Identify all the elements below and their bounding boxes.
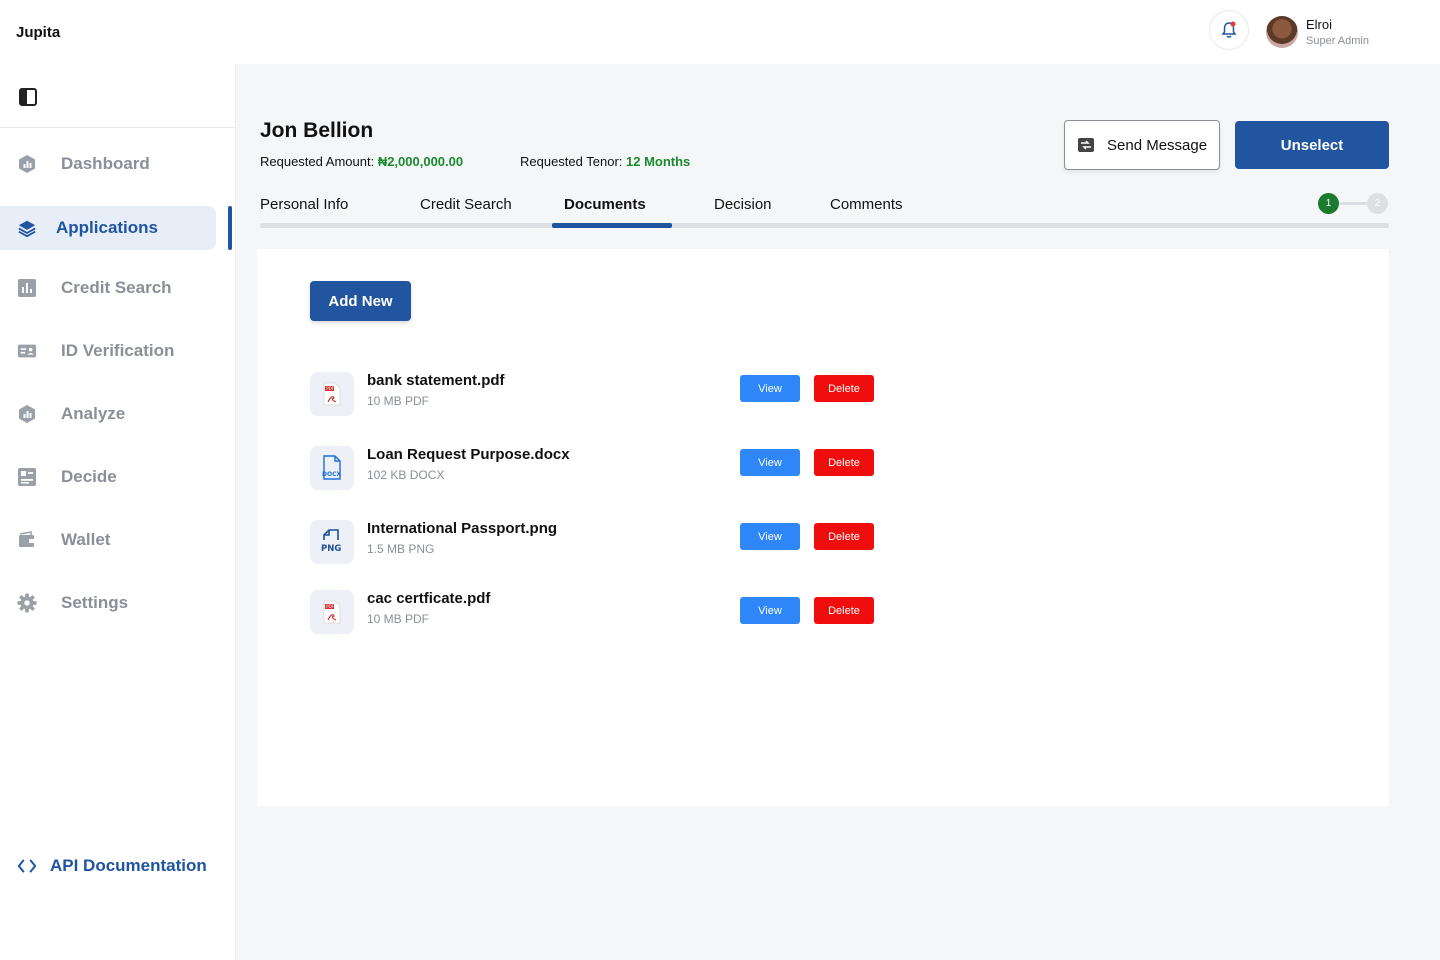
delete-button[interactable]: Delete bbox=[814, 523, 874, 550]
unselect-button[interactable]: Unselect bbox=[1235, 121, 1389, 169]
sidebar-item-credit-search[interactable]: Credit Search bbox=[0, 266, 216, 310]
sidebar-item-settings[interactable]: Settings bbox=[0, 581, 216, 625]
sidebar-item-decide[interactable]: Decide bbox=[0, 455, 216, 499]
requested-tenor-value: 12 Months bbox=[626, 154, 691, 169]
brand-logo: Jupita bbox=[16, 24, 61, 41]
message-icon bbox=[1078, 138, 1094, 152]
step-2[interactable]: 2 bbox=[1367, 193, 1388, 214]
notification-button[interactable] bbox=[1209, 10, 1249, 50]
requested-amount-label: Requested Amount: bbox=[260, 154, 378, 169]
pdf-file-icon: PDF bbox=[310, 372, 354, 416]
step-1[interactable]: 1 bbox=[1318, 193, 1339, 214]
sidebar: Dashboard Applications Credit Search ID … bbox=[0, 64, 236, 960]
document-name: cac certficate.pdf bbox=[367, 590, 491, 607]
top-bar: Jupita Elroi Super Admin bbox=[0, 0, 1440, 64]
sidebar-item-label: ID Verification bbox=[61, 341, 175, 360]
layers-icon bbox=[17, 218, 37, 238]
bar-chart-icon bbox=[17, 278, 37, 298]
svg-text:PNG: PNG bbox=[321, 544, 341, 554]
dashboard-icon bbox=[17, 154, 37, 174]
view-button[interactable]: View bbox=[740, 375, 800, 402]
document-meta: 10 MB PDF bbox=[367, 612, 430, 626]
svg-text:PDF: PDF bbox=[326, 386, 334, 391]
sidebar-toggle-icon[interactable] bbox=[19, 88, 37, 106]
tab-documents[interactable]: Documents bbox=[564, 196, 646, 213]
sidebar-item-label: Settings bbox=[61, 593, 129, 612]
document-name: International Passport.png bbox=[367, 520, 558, 537]
sidebar-item-label: Decide bbox=[61, 467, 117, 486]
png-file-icon: PNG bbox=[310, 520, 354, 564]
add-new-button[interactable]: Add New bbox=[310, 281, 411, 321]
active-indicator bbox=[228, 206, 232, 250]
send-message-label: Send Message bbox=[1107, 136, 1208, 154]
tabs-track bbox=[260, 223, 1389, 228]
tab-credit-search[interactable]: Credit Search bbox=[420, 196, 512, 213]
sidebar-item-label: Credit Search bbox=[61, 278, 172, 297]
api-documentation-link[interactable]: API Documentation bbox=[17, 856, 207, 876]
analyze-icon bbox=[17, 404, 37, 424]
document-name: bank statement.pdf bbox=[367, 372, 505, 389]
gear-icon bbox=[17, 593, 37, 613]
document-row: PNG International Passport.png 1.5 MB PN… bbox=[310, 520, 880, 564]
delete-button[interactable]: Delete bbox=[814, 597, 874, 624]
tab-comments[interactable]: Comments bbox=[830, 196, 903, 213]
user-name: Elroi bbox=[1306, 17, 1333, 32]
document-meta: 102 KB DOCX bbox=[367, 468, 445, 482]
sidebar-item-analyze[interactable]: Analyze bbox=[0, 392, 216, 436]
requested-amount: Requested Amount: ₦2,000,000.00 bbox=[260, 154, 463, 169]
document-meta: 10 MB PDF bbox=[367, 394, 430, 408]
requested-tenor-label: Requested Tenor: bbox=[520, 154, 626, 169]
document-row: DOCX Loan Request Purpose.docx 102 KB DO… bbox=[310, 446, 880, 490]
sidebar-item-label: Wallet bbox=[61, 530, 111, 549]
sidebar-item-label: Analyze bbox=[61, 404, 126, 423]
sidebar-item-dashboard[interactable]: Dashboard bbox=[0, 142, 216, 186]
document-meta: 1.5 MB PNG bbox=[367, 542, 435, 556]
sidebar-item-id-verification[interactable]: ID Verification bbox=[0, 329, 216, 373]
stepper-connector bbox=[1336, 202, 1370, 205]
delete-button[interactable]: Delete bbox=[814, 375, 874, 402]
code-icon bbox=[17, 856, 37, 876]
sidebar-item-label: Applications bbox=[56, 218, 159, 237]
sidebar-item-label: Dashboard bbox=[61, 154, 150, 173]
active-tab-indicator bbox=[552, 223, 672, 228]
docx-file-icon: DOCX bbox=[310, 446, 354, 490]
page-title: Jon Bellion bbox=[260, 119, 374, 142]
pdf-file-icon: PDF bbox=[310, 590, 354, 634]
view-button[interactable]: View bbox=[740, 449, 800, 476]
svg-text:PDF: PDF bbox=[326, 604, 334, 609]
view-button[interactable]: View bbox=[740, 597, 800, 624]
avatar[interactable] bbox=[1266, 16, 1298, 48]
document-row: PDF cac certficate.pdf 10 MB PDF View De… bbox=[310, 590, 880, 634]
decide-icon bbox=[17, 467, 37, 487]
requested-amount-value: ₦2,000,000.00 bbox=[377, 154, 464, 169]
delete-button[interactable]: Delete bbox=[814, 449, 874, 476]
wallet-icon bbox=[17, 530, 37, 550]
tab-personal-info[interactable]: Personal Info bbox=[260, 196, 348, 213]
api-documentation-label: API Documentation bbox=[50, 856, 207, 875]
document-row: PDF bank statement.pdf 10 MB PDF View De… bbox=[310, 372, 880, 416]
view-button[interactable]: View bbox=[740, 523, 800, 550]
user-role: Super Admin bbox=[1306, 35, 1369, 47]
tab-decision[interactable]: Decision bbox=[714, 196, 772, 213]
svg-text:DOCX: DOCX bbox=[322, 471, 341, 478]
send-message-button[interactable]: Send Message bbox=[1064, 120, 1220, 170]
document-name: Loan Request Purpose.docx bbox=[367, 446, 570, 463]
requested-tenor: Requested Tenor: 12 Months bbox=[520, 154, 690, 169]
sidebar-item-applications[interactable]: Applications bbox=[0, 206, 216, 250]
sidebar-divider bbox=[0, 127, 236, 128]
id-card-icon bbox=[17, 341, 37, 361]
bell-icon bbox=[1221, 21, 1237, 38]
sidebar-item-wallet[interactable]: Wallet bbox=[0, 518, 216, 562]
